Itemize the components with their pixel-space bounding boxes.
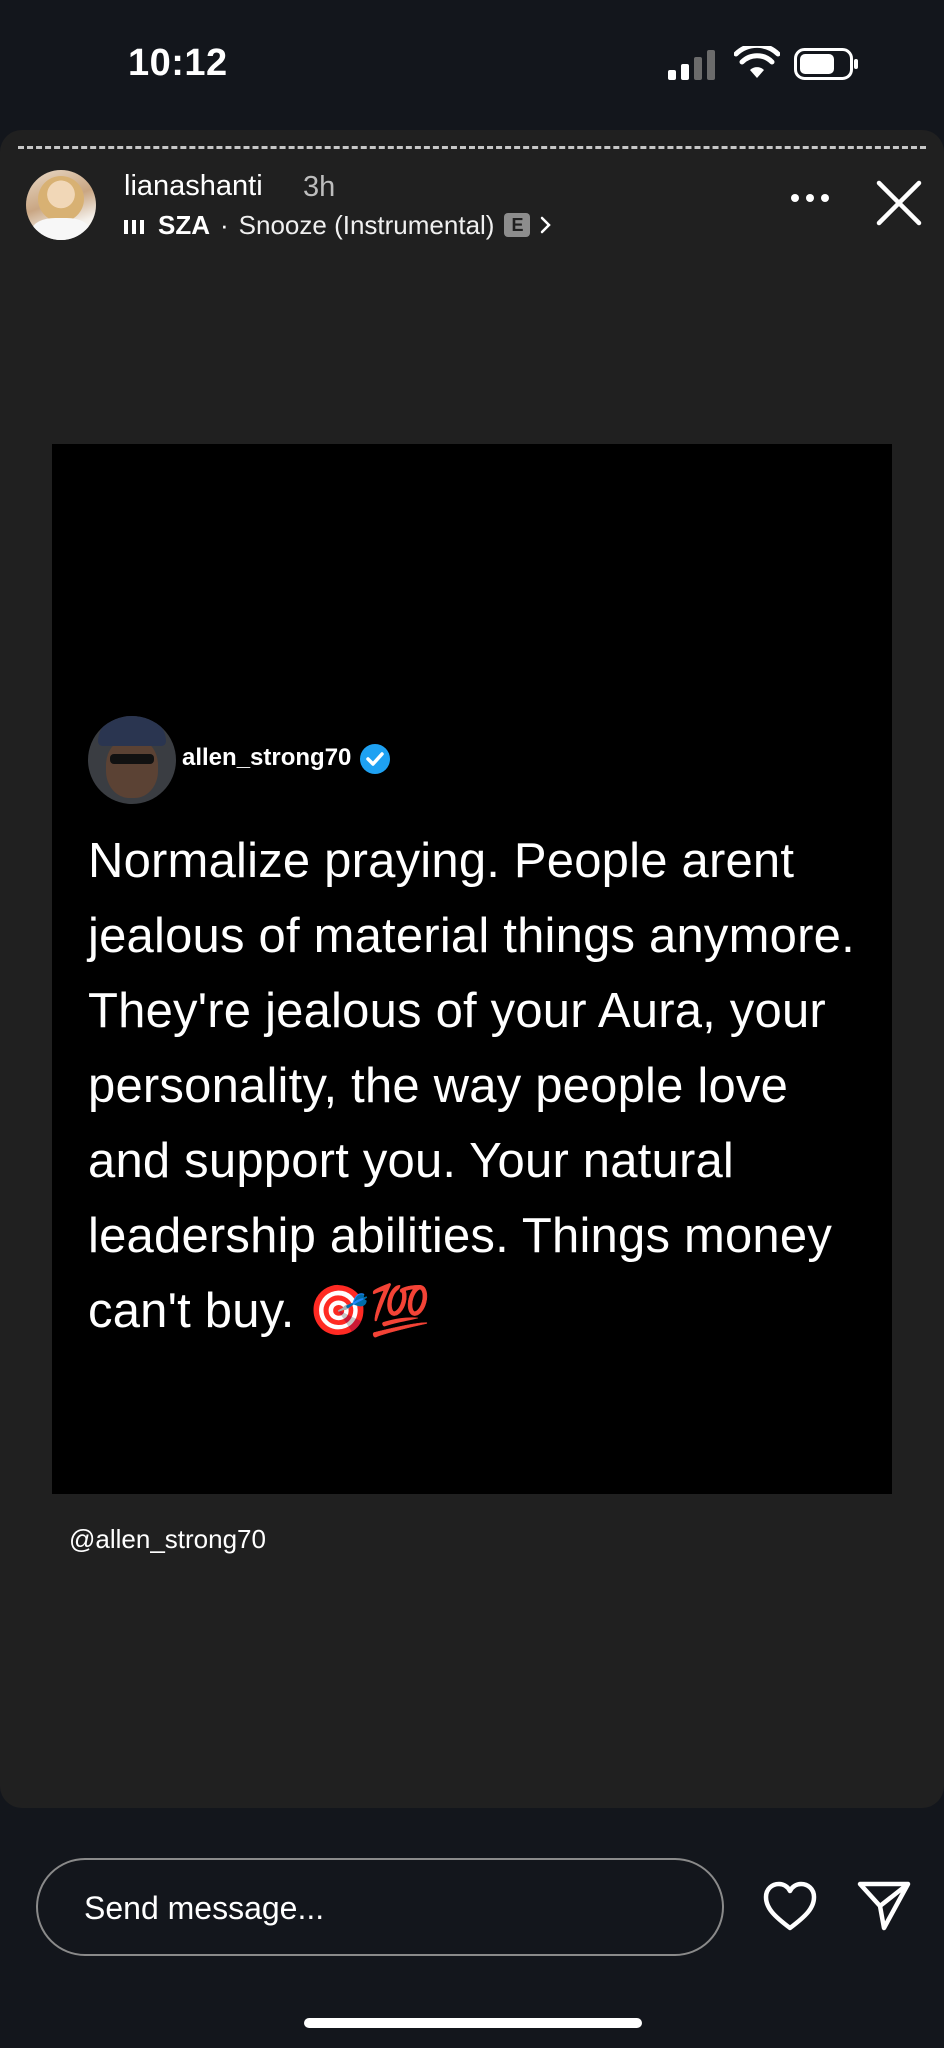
avatar-shirt <box>32 218 90 240</box>
story-author-avatar[interactable] <box>26 170 96 240</box>
avatar-cap <box>98 716 166 746</box>
explicit-badge: E <box>504 213 531 237</box>
more-options-icon[interactable] <box>790 192 830 204</box>
story-username[interactable]: lianashanti <box>124 170 263 203</box>
status-bar: 10:12 <box>0 0 944 130</box>
close-icon[interactable] <box>876 180 922 226</box>
send-message-input[interactable]: Send message... <box>36 1858 724 1956</box>
music-separator: · <box>220 209 229 240</box>
battery-icon <box>794 48 858 80</box>
heart-icon[interactable] <box>762 1880 818 1932</box>
home-indicator <box>304 2018 642 2028</box>
story-timestamp: 3h <box>303 171 336 203</box>
story-progress-bar <box>18 146 926 149</box>
music-artist: SZA <box>158 209 210 240</box>
status-time: 10:12 <box>128 42 228 84</box>
post-author-avatar <box>88 716 176 804</box>
chevron-right-icon <box>541 216 552 234</box>
story-card[interactable]: lianashanti 3h SZA · Snooze (Instrumenta… <box>0 130 944 1808</box>
post-author-name: allen_strong70 <box>182 744 352 771</box>
music-bars-icon <box>124 216 148 234</box>
wifi-icon <box>734 46 780 78</box>
message-placeholder: Send message... <box>84 1890 325 1926</box>
avatar-face <box>106 738 158 798</box>
music-attribution[interactable]: SZA · Snooze (Instrumental) E <box>124 208 552 242</box>
post-text: Normalize praying. People arent jealous … <box>88 834 855 1338</box>
shared-post[interactable]: allen_strong70 Normalize praying. People… <box>52 444 892 1494</box>
post-handle-caption: @allen_strong70 <box>69 1524 266 1554</box>
send-icon[interactable] <box>856 1878 912 1932</box>
music-song: Snooze (Instrumental) <box>238 209 495 240</box>
avatar-hair <box>38 176 84 222</box>
avatar-glasses <box>110 754 154 764</box>
cellular-signal-icon <box>668 50 715 80</box>
verified-badge-icon <box>360 744 390 774</box>
